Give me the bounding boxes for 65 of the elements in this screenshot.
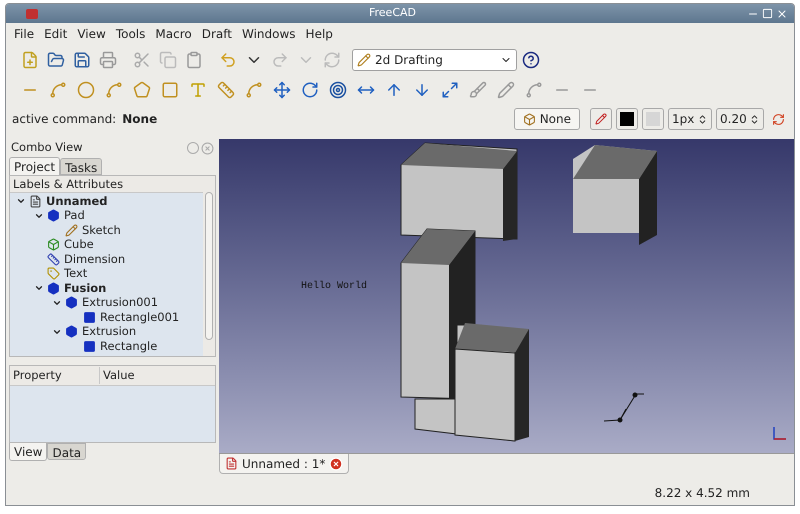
menu-item[interactable]: File [14, 25, 34, 43]
tree-item[interactable]: Sketch [82, 224, 121, 236]
pencil-icon [595, 113, 607, 125]
menu-item[interactable]: Windows [242, 25, 296, 43]
active-command: None [122, 111, 158, 128]
column-header: Value [102, 366, 136, 384]
document-icon [28, 194, 42, 208]
axis-icon [772, 425, 788, 441]
column-header: Labels & Attributes [10, 176, 203, 193]
tree-item[interactable]: Fusion [64, 282, 106, 294]
tree-item[interactable]: Cube [64, 239, 94, 250]
line-width-spinbox[interactable]: 1px [668, 108, 712, 130]
menu-item[interactable]: Help [306, 25, 333, 43]
spin-arrows-icon [697, 114, 708, 124]
tree-item[interactable]: Extrusion [82, 326, 136, 338]
solid-icon [46, 281, 60, 296]
rectangle-icon [82, 310, 96, 324]
tree-item[interactable]: Rectangle [100, 340, 158, 352]
menu-item[interactable]: Tools [116, 25, 146, 43]
tree-item[interactable]: Dimension [64, 254, 126, 265]
tree-item[interactable]: Extrusion001 [82, 297, 158, 308]
tree-item[interactable]: Pad [64, 210, 85, 222]
cube-icon [46, 238, 60, 252]
document-tab[interactable]: Unnamed : 1* [219, 454, 350, 474]
panel-tab[interactable]: View [9, 443, 48, 461]
sketch-icon [64, 223, 78, 238]
pen-button[interactable] [590, 108, 612, 130]
close-icon[interactable] [776, 8, 788, 20]
panel-title: Combo View [11, 139, 84, 156]
column-header: Property [10, 366, 100, 384]
face-color-button[interactable] [642, 108, 664, 130]
window-title: FreeCAD [368, 5, 418, 22]
tree-item[interactable]: Text [64, 268, 88, 280]
font-size-spinbox[interactable]: 0.20 [716, 108, 764, 130]
status-text: 8.22 x 4.52 mm [654, 485, 750, 502]
tree-item[interactable]: Rectangle001 [100, 312, 180, 323]
document-icon [225, 457, 238, 470]
panel-tab[interactable]: Project [9, 157, 60, 175]
cube-icon [522, 112, 536, 126]
app-icon [26, 8, 38, 18]
rectangle-icon [82, 339, 96, 354]
command-label: active command: [12, 111, 116, 128]
maximize-icon[interactable] [762, 8, 773, 19]
text-icon [46, 266, 60, 281]
snap-button[interactable]: None [514, 108, 580, 130]
menu-item[interactable]: Draft [202, 25, 232, 43]
panel-tab[interactable]: Data [47, 443, 86, 460]
float-icon[interactable] [187, 142, 199, 154]
solid-icon [64, 296, 78, 310]
dimension-icon [46, 252, 60, 266]
panel-tab[interactable]: Tasks [60, 158, 102, 175]
tree-item[interactable]: Unnamed [46, 196, 108, 207]
pencil-icon [357, 53, 371, 67]
menu-item[interactable]: View [77, 25, 106, 43]
3d-viewport[interactable]: Hello World [219, 139, 794, 453]
workbench-dropdown[interactable]: 2d Drafting [352, 49, 517, 71]
solid-icon [46, 208, 60, 223]
solid-icon [64, 324, 78, 339]
spin-arrows-icon [749, 114, 760, 124]
dimension-drawing [602, 391, 644, 425]
scrollbar[interactable] [203, 176, 215, 356]
viewport-text: Hello World [301, 280, 368, 294]
menu-item[interactable]: Macro [155, 25, 192, 43]
line-color-button[interactable] [616, 108, 638, 130]
menu-item[interactable]: Edit [44, 25, 68, 43]
